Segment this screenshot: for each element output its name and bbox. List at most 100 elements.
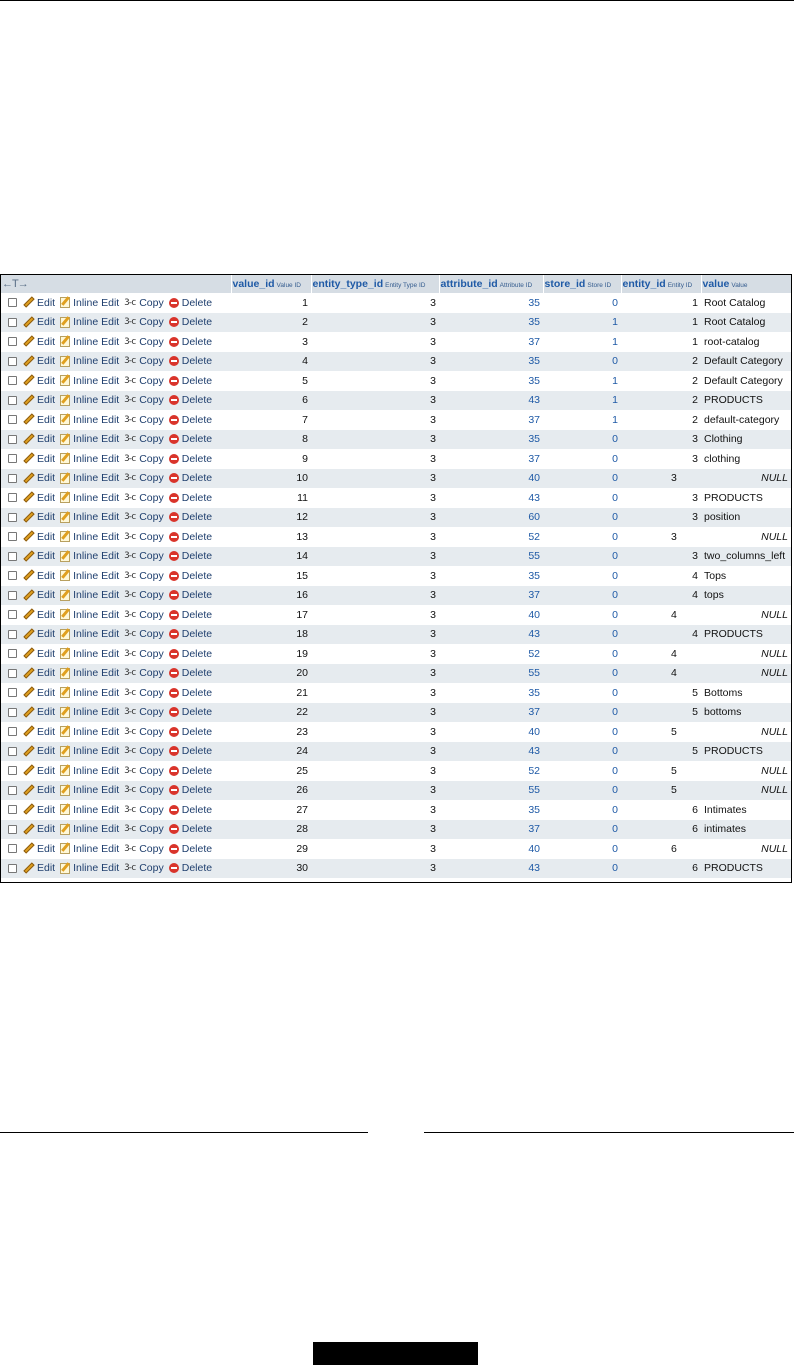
copy-link[interactable]: 3‑c Copy (124, 589, 164, 601)
cell-entity-type-id[interactable]: 3 (311, 839, 439, 859)
cell-entity-type-id[interactable]: 3 (311, 800, 439, 820)
cell-entity-id[interactable]: 6 (621, 819, 701, 839)
cell-entity-type-id[interactable]: 3 (311, 683, 439, 703)
row-checkbox[interactable] (8, 590, 17, 600)
cell-store-id[interactable]: 0 (543, 351, 621, 371)
cell-value-null[interactable]: NULL (701, 605, 791, 625)
cell-entity-type-id[interactable]: 3 (311, 761, 439, 781)
delete-link[interactable]: Delete (168, 414, 212, 426)
copy-link[interactable]: 3‑c Copy (124, 726, 164, 738)
cell-entity-type-id[interactable]: 3 (311, 390, 439, 410)
cell-entity-id[interactable]: 3 (621, 527, 701, 547)
cell-value[interactable]: Bottoms (701, 683, 791, 703)
delete-link[interactable]: Delete (168, 492, 212, 504)
cell-value-id[interactable]: 18 (231, 624, 311, 644)
edit-link[interactable]: Edit (23, 765, 55, 777)
cell-store-id[interactable]: 0 (543, 527, 621, 547)
inline-edit-link[interactable]: Inline Edit (60, 706, 119, 718)
edit-link[interactable]: Edit (23, 433, 55, 445)
cell-attribute-id[interactable]: 52 (439, 761, 543, 781)
delete-link[interactable]: Delete (168, 316, 212, 328)
copy-link[interactable]: 3‑c Copy (124, 472, 164, 484)
cell-attribute-id[interactable]: 55 (439, 546, 543, 566)
copy-link[interactable]: 3‑c Copy (124, 784, 164, 796)
copy-link[interactable]: 3‑c Copy (124, 414, 164, 426)
delete-link[interactable]: Delete (168, 648, 212, 660)
inline-edit-link[interactable]: Inline Edit (60, 843, 119, 855)
edit-link[interactable]: Edit (23, 823, 55, 835)
cell-store-id[interactable]: 0 (543, 449, 621, 469)
inline-edit-link[interactable]: Inline Edit (60, 823, 119, 835)
cell-entity-type-id[interactable]: 3 (311, 332, 439, 352)
edit-link[interactable]: Edit (23, 745, 55, 757)
cell-value-id[interactable]: 9 (231, 449, 311, 469)
copy-link[interactable]: 3‑c Copy (124, 823, 164, 835)
delete-link[interactable]: Delete (168, 570, 212, 582)
edit-link[interactable]: Edit (23, 706, 55, 718)
cell-value-id[interactable]: 26 (231, 780, 311, 800)
edit-link[interactable]: Edit (23, 453, 55, 465)
cell-entity-type-id[interactable]: 3 (311, 663, 439, 683)
cell-entity-id[interactable]: 2 (621, 410, 701, 430)
cell-store-id[interactable]: 0 (543, 507, 621, 527)
cell-store-id[interactable]: 0 (543, 585, 621, 605)
edit-link[interactable]: Edit (23, 862, 55, 874)
row-checkbox[interactable] (8, 415, 17, 425)
cell-value-id[interactable]: 19 (231, 644, 311, 664)
row-checkbox[interactable] (8, 766, 17, 776)
copy-link[interactable]: 3‑c Copy (124, 375, 164, 387)
inline-edit-link[interactable]: Inline Edit (60, 492, 119, 504)
cell-entity-id[interactable]: 2 (621, 390, 701, 410)
cell-attribute-id[interactable]: 55 (439, 663, 543, 683)
cell-value-id[interactable]: 10 (231, 468, 311, 488)
cell-entity-type-id[interactable]: 3 (311, 585, 439, 605)
cell-entity-type-id[interactable]: 3 (311, 624, 439, 644)
cell-entity-id[interactable]: 4 (621, 585, 701, 605)
cell-entity-type-id[interactable]: 3 (311, 780, 439, 800)
inline-edit-link[interactable]: Inline Edit (60, 745, 119, 757)
cell-entity-type-id[interactable]: 3 (311, 527, 439, 547)
row-checkbox[interactable] (8, 493, 17, 503)
cell-attribute-id[interactable]: 35 (439, 429, 543, 449)
cell-value-id[interactable]: 20 (231, 663, 311, 683)
cell-attribute-id[interactable]: 43 (439, 488, 543, 508)
copy-link[interactable]: 3‑c Copy (124, 492, 164, 504)
cell-value-null[interactable]: NULL (701, 644, 791, 664)
row-checkbox[interactable] (8, 785, 17, 795)
column-header-entity-type-id[interactable]: entity_type_id Entity Type ID (311, 275, 440, 293)
cell-entity-type-id[interactable]: 3 (311, 566, 439, 586)
copy-link[interactable]: 3‑c Copy (124, 648, 164, 660)
delete-link[interactable]: Delete (168, 531, 212, 543)
delete-link[interactable]: Delete (168, 336, 212, 348)
cell-store-id[interactable]: 0 (543, 741, 621, 761)
cell-value-id[interactable]: 6 (231, 390, 311, 410)
edit-link[interactable]: Edit (23, 570, 55, 582)
cell-attribute-id[interactable]: 35 (439, 351, 543, 371)
cell-value-id[interactable]: 28 (231, 819, 311, 839)
cell-value-id[interactable]: 27 (231, 800, 311, 820)
column-header-value[interactable]: value Value (701, 275, 791, 293)
row-checkbox[interactable] (8, 805, 17, 815)
delete-link[interactable]: Delete (168, 472, 212, 484)
row-checkbox[interactable] (8, 356, 17, 366)
row-checkbox[interactable] (8, 434, 17, 444)
inline-edit-link[interactable]: Inline Edit (60, 472, 119, 484)
cell-entity-id[interactable]: 6 (621, 839, 701, 859)
edit-link[interactable]: Edit (23, 336, 55, 348)
cell-value-id[interactable]: 8 (231, 429, 311, 449)
cell-entity-type-id[interactable]: 3 (311, 819, 439, 839)
delete-link[interactable]: Delete (168, 589, 212, 601)
cell-entity-id[interactable]: 1 (621, 293, 701, 313)
cell-store-id[interactable]: 0 (543, 644, 621, 664)
delete-link[interactable]: Delete (168, 628, 212, 640)
row-checkbox[interactable] (8, 571, 17, 581)
cell-value[interactable]: PRODUCTS (701, 624, 791, 644)
cell-store-id[interactable]: 1 (543, 410, 621, 430)
inline-edit-link[interactable]: Inline Edit (60, 784, 119, 796)
cell-attribute-id[interactable]: 37 (439, 702, 543, 722)
cell-attribute-id[interactable]: 40 (439, 839, 543, 859)
row-checkbox[interactable] (8, 376, 17, 386)
delete-link[interactable]: Delete (168, 726, 212, 738)
copy-link[interactable]: 3‑c Copy (124, 297, 164, 309)
cell-entity-id[interactable]: 4 (621, 566, 701, 586)
